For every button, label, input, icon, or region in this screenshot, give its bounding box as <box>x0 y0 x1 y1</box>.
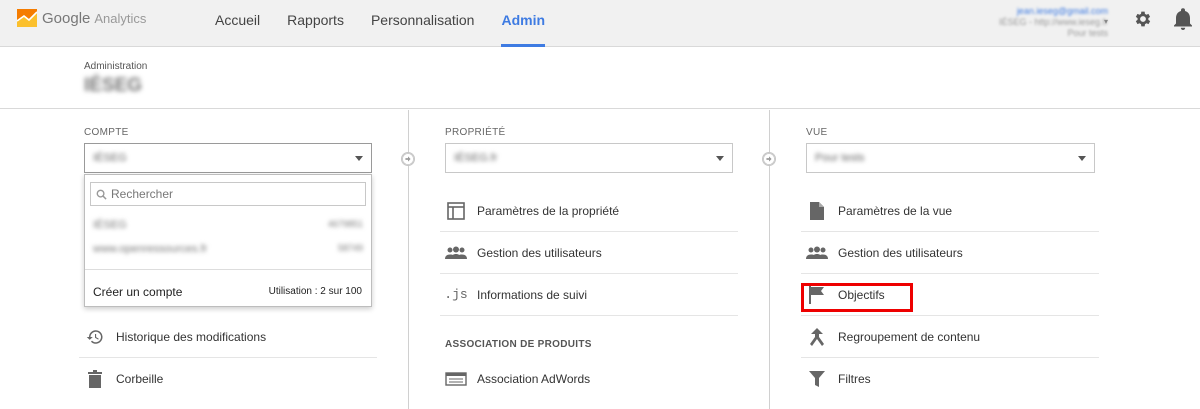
account-search-input[interactable] <box>111 185 361 203</box>
settings-gear-icon[interactable] <box>1133 9 1153 29</box>
account-list-item[interactable]: IÉSEG 4679851 <box>93 219 363 231</box>
logo-brand: Google <box>42 9 91 27</box>
logo-product: Analytics <box>94 10 147 26</box>
main-nav: Accueil Rapports Personnalisation Admin <box>215 0 572 47</box>
propriete-column-title: PROPRIÉTÉ <box>445 127 506 138</box>
nav-rapports[interactable]: Rapports <box>287 0 344 47</box>
vue-column-title: VUE <box>806 127 828 138</box>
top-bar: Google Analytics Accueil Rapports Person… <box>0 0 1200 47</box>
chevron-down-icon <box>1078 156 1086 161</box>
propriete-item-utilisateurs[interactable]: Gestion des utilisateurs <box>440 232 738 274</box>
vue-item-parametres[interactable]: Paramètres de la vue <box>801 190 1099 232</box>
compte-item-corbeille[interactable]: Corbeille <box>79 358 377 400</box>
dropdown-divider <box>85 269 371 270</box>
propriete-item-label: Paramètres de la propriété <box>477 203 620 218</box>
trash-icon <box>84 368 106 390</box>
filter-icon <box>806 368 828 390</box>
vue-item-label: Filtres <box>838 372 871 386</box>
vue-item-label: Regroupement de contenu <box>838 329 981 344</box>
users-icon <box>806 242 828 264</box>
header-divider <box>0 108 1200 109</box>
propriete-item-label: Gestion des utilisateurs <box>477 245 602 260</box>
vue-item-utilisateurs[interactable]: Gestion des utilisateurs <box>801 232 1099 274</box>
document-icon <box>806 200 828 222</box>
account-list-item-name: www.openressources.fr <box>93 243 208 255</box>
propriete-item-label: Association AdWords <box>477 372 591 386</box>
compte-select[interactable]: IÉSEG <box>84 143 372 173</box>
arrow-right-icon <box>762 152 776 166</box>
vue-item-label: Paramètres de la vue <box>838 203 953 218</box>
create-account-link[interactable]: Créer un compte <box>93 285 182 299</box>
product-association-heading: ASSOCIATION DE PRODUITS <box>445 339 592 350</box>
users-icon <box>445 242 467 264</box>
notifications-bell-icon[interactable] <box>1173 8 1193 30</box>
account-email: jean.ieseg@gmail.com <box>1016 6 1108 16</box>
propriete-item-suivi[interactable]: .js Informations de suivi <box>440 274 738 316</box>
nav-personnalisation[interactable]: Personnalisation <box>371 0 475 47</box>
history-icon <box>84 326 106 348</box>
compte-item-label: Historique des modifications <box>116 329 267 344</box>
vue-select[interactable]: Pour tests <box>806 143 1095 173</box>
admin-label: Administration <box>84 61 148 72</box>
propriete-select[interactable]: IÉSEG.fr <box>445 143 733 173</box>
compte-dropdown: IÉSEG 4679851 www.openressources.fr 5874… <box>84 174 372 307</box>
search-icon <box>96 189 107 200</box>
account-search-box <box>90 182 366 206</box>
propriete-select-value: IÉSEG.fr <box>454 152 498 164</box>
objectifs-highlight-box <box>801 283 913 312</box>
propriete-item-parametres[interactable]: Paramètres de la propriété <box>440 190 738 232</box>
chevron-down-icon <box>716 156 724 161</box>
admin-account-name: IÉSEG <box>84 75 143 96</box>
account-list-item-id: 58749 <box>337 243 363 253</box>
account-view: Pour tests <box>1067 28 1108 38</box>
nav-admin[interactable]: Admin <box>501 0 545 47</box>
content-grouping-icon <box>806 326 828 348</box>
account-list-item[interactable]: www.openressources.fr 58749 <box>93 243 363 255</box>
account-caret-icon[interactable]: ▾ <box>1104 17 1108 26</box>
adwords-icon <box>445 368 467 390</box>
compte-item-historique[interactable]: Historique des modifications <box>79 316 377 358</box>
account-switcher[interactable]: jean.ieseg@gmail.com IÉSEG - http://www.… <box>999 6 1108 39</box>
account-list-item-name: IÉSEG <box>93 219 127 231</box>
vue-item-label: Gestion des utilisateurs <box>838 245 963 260</box>
account-property: IÉSEG - http://www.ieseg.fr <box>998 17 1108 27</box>
account-list-item-id: 4679851 <box>327 219 363 229</box>
propriete-item-label: Informations de suivi <box>477 287 588 302</box>
propriete-item-adwords[interactable]: Association AdWords <box>440 358 738 400</box>
account-usage-count: Utilisation : 2 sur 100 <box>268 286 362 297</box>
analytics-logo-icon <box>17 9 37 27</box>
vue-select-value: Pour tests <box>815 152 865 164</box>
nav-accueil[interactable]: Accueil <box>215 0 260 47</box>
js-tracking-icon: .js <box>444 287 468 302</box>
compte-item-label: Corbeille <box>116 372 164 386</box>
google-analytics-logo[interactable]: Google Analytics <box>17 9 146 27</box>
vue-item-regroupement[interactable]: Regroupement de contenu <box>801 316 1099 358</box>
compte-column-title: COMPTE <box>84 127 129 138</box>
compte-select-value: IÉSEG <box>93 152 127 164</box>
chevron-down-icon <box>355 156 363 161</box>
vue-item-filtres[interactable]: Filtres <box>801 358 1099 400</box>
property-settings-icon <box>445 200 467 222</box>
arrow-right-icon <box>401 152 415 166</box>
